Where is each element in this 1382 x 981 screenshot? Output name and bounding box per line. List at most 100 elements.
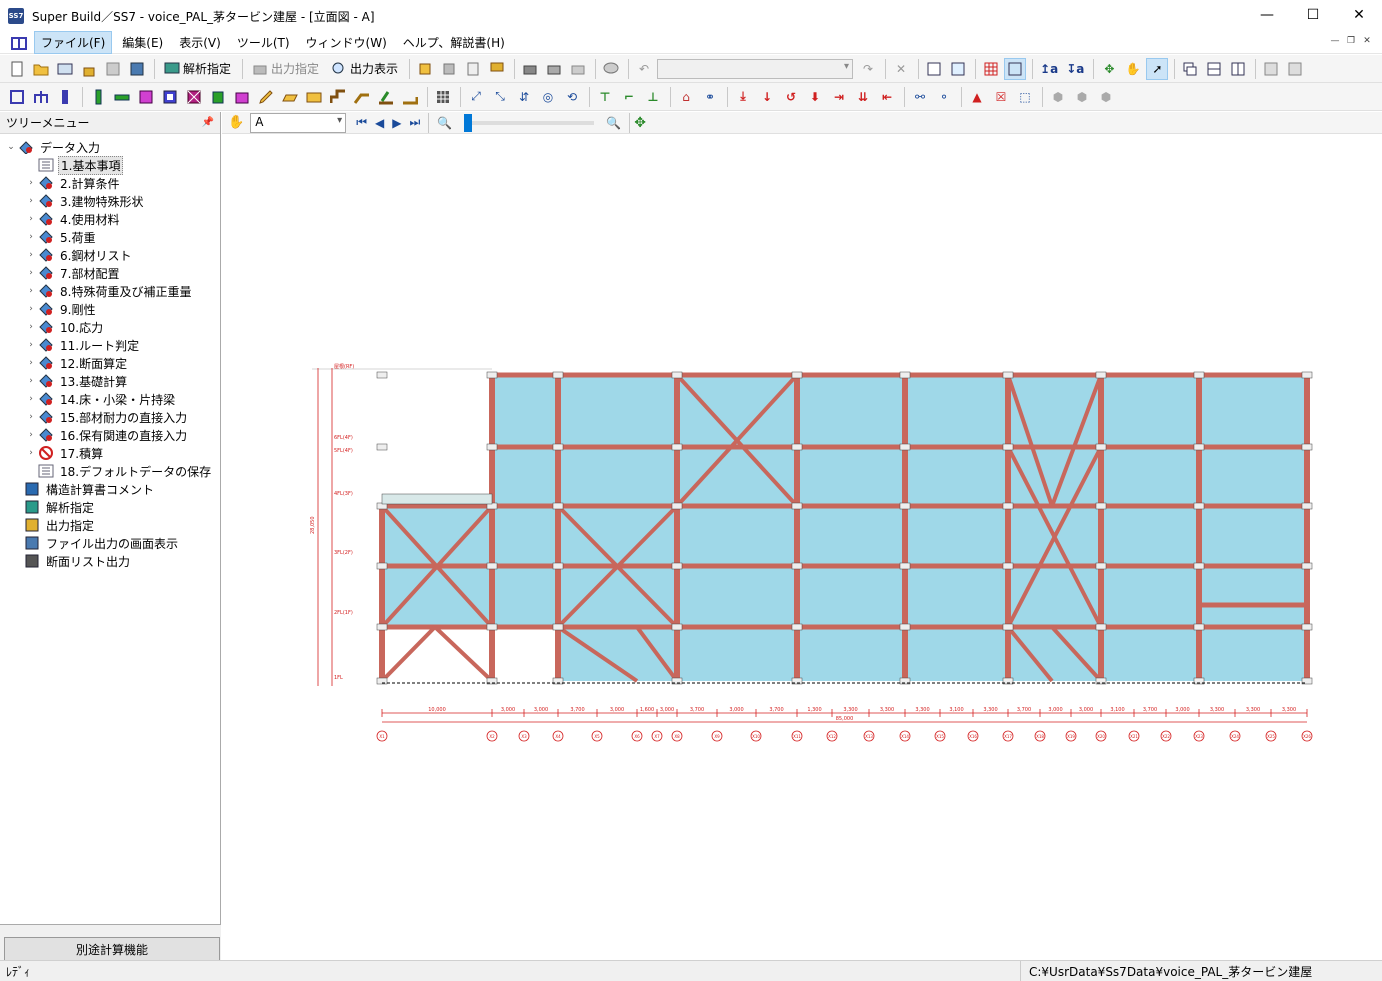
pointer-icon[interactable]: ➚ [1146,57,1169,80]
analysis-spec-button[interactable]: 解析指定 [159,58,236,80]
maximize-button[interactable]: ☐ [1290,0,1336,30]
format-icon[interactable] [486,58,508,80]
expand-chevron-icon[interactable]: › [24,340,38,350]
tree-item[interactable]: › 7.部材配置 [0,264,220,282]
column-icon[interactable] [87,86,109,108]
redo-icon[interactable]: ↷ [857,58,879,80]
window-list2-icon[interactable] [1284,58,1306,80]
system-menu-icon[interactable] [10,35,28,51]
zoom-in-icon[interactable]: 🔍 [606,116,621,130]
save-icon[interactable] [102,58,124,80]
support-icon[interactable]: ⊥ [642,86,664,108]
column-list-icon[interactable] [54,86,76,108]
mdi-restore-button[interactable]: ❐ [1344,34,1358,48]
load-down-icon[interactable]: ⤓ [732,86,754,108]
expand-chevron-icon[interactable]: › [24,322,38,332]
tree-item[interactable]: › 2.計算条件 [0,174,220,192]
tree-item[interactable]: › 12.断面算定 [0,354,220,372]
brace-icon[interactable] [183,86,205,108]
tree-item[interactable]: › 17.積算 [0,444,220,462]
cascade-icon[interactable] [1179,58,1201,80]
frame-selector[interactable]: A [250,112,347,133]
undo-icon[interactable]: ↶ [633,58,655,80]
save-as-icon[interactable] [126,58,148,80]
tree-top-item[interactable]: 構造計算書コメント [0,480,220,498]
minimize-button[interactable]: — [1244,0,1290,30]
elevation-canvas[interactable]: 屋根(RF) 6FL(4F) 5FL(4F) 4FL(3F) 3FL(2F) 2FL(1F… [222,134,1382,960]
step-icon[interactable] [327,86,349,108]
grid-icon[interactable] [980,58,1002,80]
copy-icon[interactable] [414,58,436,80]
output-view-button[interactable]: 出力表示 [326,58,403,80]
tile-h-icon[interactable] [1203,58,1225,80]
column-base-icon[interactable]: ⊤ [594,86,616,108]
load-vertical-icon[interactable]: ⬇ [804,86,826,108]
step4-icon[interactable] [399,86,421,108]
window-list-icon[interactable] [1260,58,1282,80]
expand-chevron-icon[interactable]: › [24,196,38,206]
new-file-icon[interactable] [6,58,28,80]
menu-edit[interactable]: 編集(E) [116,32,169,53]
node-shift-icon[interactable]: ⇵ [513,86,535,108]
expand-chevron-icon[interactable]: › [24,358,38,368]
link-icon[interactable]: ⚭ [699,86,721,108]
tree-item[interactable]: › 9.剛性 [0,300,220,318]
menu-help[interactable]: ヘルプ、解説書(H) [397,32,511,53]
tree-item[interactable]: › 3.建物特殊形状 [0,192,220,210]
box-x-icon[interactable]: ☒ [990,86,1012,108]
hand-pan-icon[interactable]: ✋ [228,115,244,130]
expand-chevron-icon[interactable]: › [24,448,38,458]
expand-chevron-icon[interactable]: › [24,178,38,188]
menu-window[interactable]: ウィンドウ(W) [300,32,393,53]
tree-item[interactable]: › 10.応力 [0,318,220,336]
wall-icon[interactable] [135,86,157,108]
spring-v-icon[interactable]: ⚬ [933,86,955,108]
zoom-slider[interactable] [464,113,595,132]
close-button[interactable]: ✕ [1336,0,1382,30]
zoom-slider-thumb[interactable] [464,113,473,132]
slab-icon[interactable] [231,86,253,108]
frame2-icon[interactable] [30,86,52,108]
tree-item[interactable]: › 13.基礎計算 [0,372,220,390]
disabled2-icon[interactable]: ⬢ [1071,86,1093,108]
first-frame-icon[interactable]: ⏮ [356,115,367,130]
triangle-icon[interactable]: ▲ [966,86,988,108]
prev-frame-icon[interactable]: ◀ [375,116,384,130]
load-point-icon[interactable]: ↓ [756,86,778,108]
disabled3-icon[interactable]: ⬢ [1095,86,1117,108]
tree-item[interactable]: › 8.特殊荷重及び補正重量 [0,282,220,300]
node-rotate-icon[interactable]: ⤡ [489,86,511,108]
block-icon[interactable] [207,86,229,108]
tree-item[interactable]: › 11.ルート判定 [0,336,220,354]
step3-icon[interactable] [375,86,397,108]
print-setup-icon[interactable] [567,58,589,80]
node-joint-icon[interactable]: ⟲ [561,86,583,108]
expand-chevron-icon[interactable]: › [24,286,38,296]
expand-chevron-icon[interactable]: › [24,394,38,404]
cube-icon[interactable]: ⬚ [1014,86,1036,108]
output-spec-button[interactable]: 出力指定 [247,58,324,80]
print-preview-icon[interactable] [543,58,565,80]
tree-top-item[interactable]: ファイル出力の画面表示 [0,534,220,552]
mdi-close-button[interactable]: ✕ [1360,34,1374,48]
tree-item[interactable]: › 15.部材耐力の直接入力 [0,408,220,426]
separate-calc-button[interactable]: 別途計算機能 [4,937,220,961]
pencil-icon[interactable] [255,86,277,108]
tree-item[interactable]: › 5.荷重 [0,228,220,246]
menu-file[interactable]: ファイル(F) [34,31,113,54]
tree-root[interactable]: ⌄ データ入力 [0,138,220,156]
pin-icon[interactable]: 📌 [202,117,214,128]
menu-view[interactable]: 表示(V) [173,32,227,53]
expand-chevron-icon[interactable]: › [24,214,38,224]
expand-chevron-icon[interactable]: › [24,268,38,278]
last-frame-icon[interactable]: ⏭ [409,115,420,130]
hand-icon[interactable]: ✋ [1122,58,1144,80]
lock-icon[interactable] [78,58,100,80]
node-move-icon[interactable]: ⤢ [465,86,487,108]
tree-item[interactable]: › 14.床・小梁・片持梁 [0,390,220,408]
delete-icon[interactable]: ✕ [890,58,912,80]
tree-top-item[interactable]: 断面リスト出力 [0,552,220,570]
list-icon[interactable] [462,58,484,80]
disabled1-icon[interactable]: ⬢ [1047,86,1069,108]
tree-item[interactable]: › 16.保有関連の直接入力 [0,426,220,444]
